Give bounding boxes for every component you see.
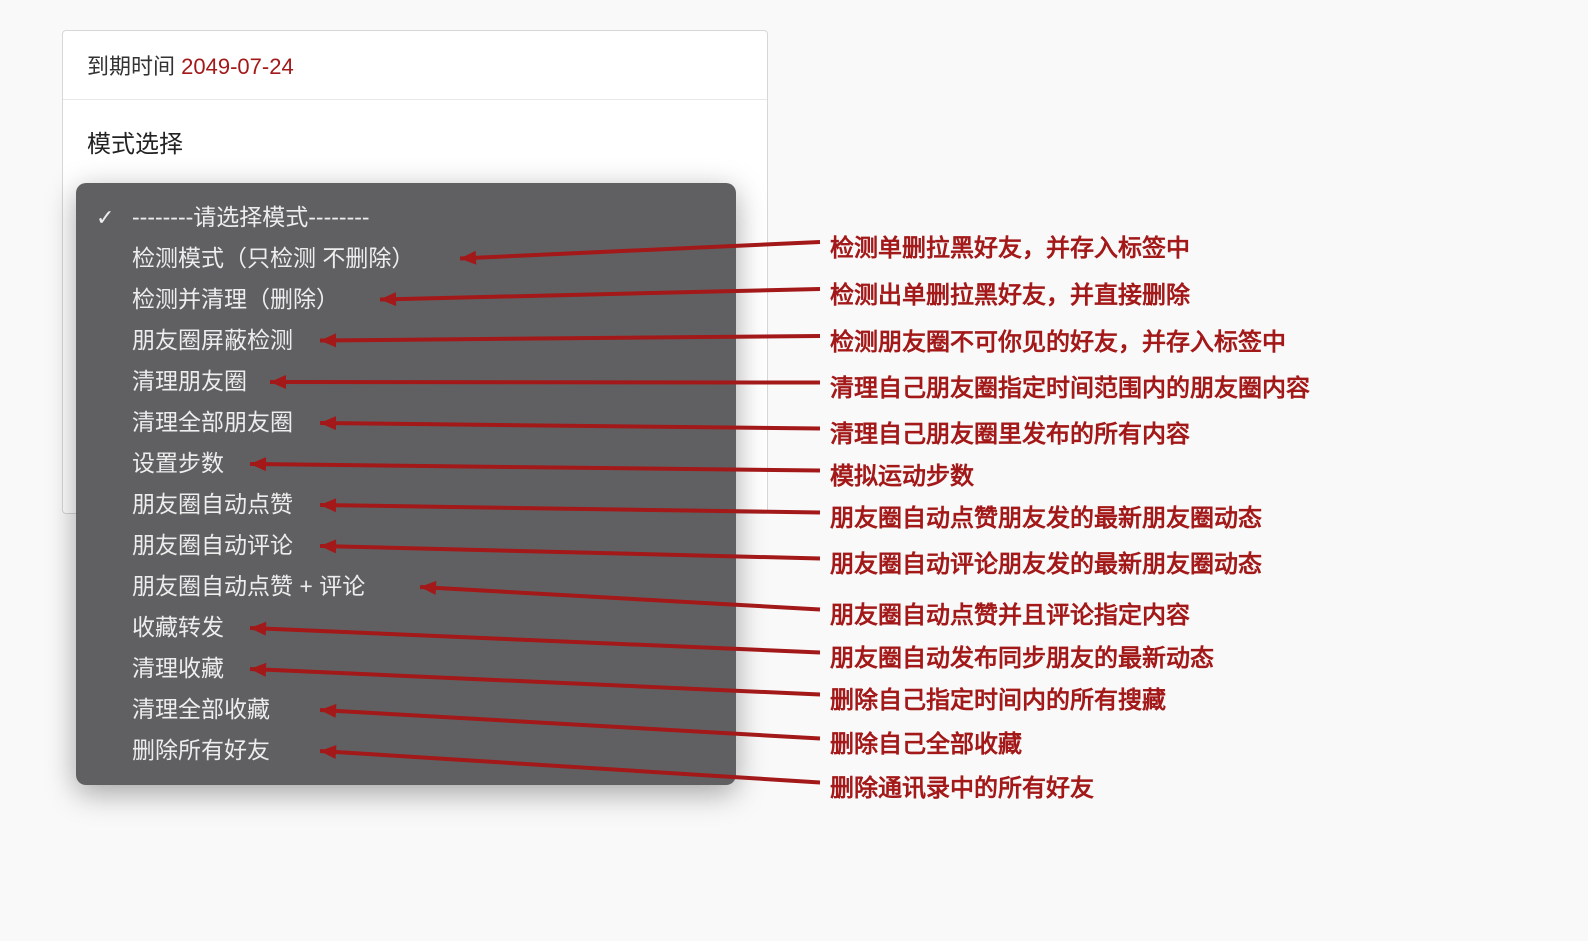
annotation-7: 朋友圈自动评论朋友发的最新朋友圈动态 xyxy=(830,544,1262,579)
dropdown-placeholder[interactable]: --------请选择模式-------- xyxy=(76,197,736,238)
annotation-11: 删除自己全部收藏 xyxy=(830,724,1022,759)
annotation-5: 模拟运动步数 xyxy=(830,456,974,491)
section-title-mode: 模式选择 xyxy=(87,124,743,159)
annotation-4: 清理自己朋友圈里发布的所有内容 xyxy=(830,414,1190,449)
annotation-2: 检测朋友圈不可你见的好友，并存入标签中 xyxy=(830,322,1286,357)
annotation-8: 朋友圈自动点赞并且评论指定内容 xyxy=(830,595,1190,630)
annotation-6: 朋友圈自动点赞朋友发的最新朋友圈动态 xyxy=(830,498,1262,533)
dropdown-item-auto-like-comment[interactable]: 朋友圈自动点赞 + 评论 xyxy=(76,566,736,607)
dropdown-item-clean-moments[interactable]: 清理朋友圈 xyxy=(76,361,736,402)
annotation-10: 删除自己指定时间内的所有搜藏 xyxy=(830,680,1166,715)
dropdown-item-auto-like[interactable]: 朋友圈自动点赞 xyxy=(76,484,736,525)
annotation-0: 检测单删拉黑好友，并存入标签中 xyxy=(830,228,1190,263)
panel-header: 到期时间 2049-07-24 xyxy=(63,31,767,100)
dropdown-item-delete-all-friends[interactable]: 删除所有好友 xyxy=(76,730,736,771)
expire-label: 到期时间 xyxy=(87,54,175,79)
annotation-12: 删除通讯录中的所有好友 xyxy=(830,768,1094,803)
dropdown-item-auto-comment[interactable]: 朋友圈自动评论 xyxy=(76,525,736,566)
mode-dropdown[interactable]: --------请选择模式-------- 检测模式（只检测 不删除） 检测并清… xyxy=(76,183,736,785)
dropdown-item-detect-only[interactable]: 检测模式（只检测 不删除） xyxy=(76,238,736,279)
dropdown-item-set-steps[interactable]: 设置步数 xyxy=(76,443,736,484)
dropdown-item-detect-delete[interactable]: 检测并清理（删除） xyxy=(76,279,736,320)
dropdown-item-fav-forward[interactable]: 收藏转发 xyxy=(76,607,736,648)
annotation-9: 朋友圈自动发布同步朋友的最新动态 xyxy=(830,638,1214,673)
expire-date: 2049-07-24 xyxy=(181,54,294,79)
dropdown-item-clean-fav[interactable]: 清理收藏 xyxy=(76,648,736,689)
dropdown-item-clean-all-moments[interactable]: 清理全部朋友圈 xyxy=(76,402,736,443)
annotation-3: 清理自己朋友圈指定时间范围内的朋友圈内容 xyxy=(830,368,1310,403)
dropdown-item-moments-block-detect[interactable]: 朋友圈屏蔽检测 xyxy=(76,320,736,361)
annotation-1: 检测出单删拉黑好友，并直接删除 xyxy=(830,275,1190,310)
dropdown-item-clean-all-fav[interactable]: 清理全部收藏 xyxy=(76,689,736,730)
